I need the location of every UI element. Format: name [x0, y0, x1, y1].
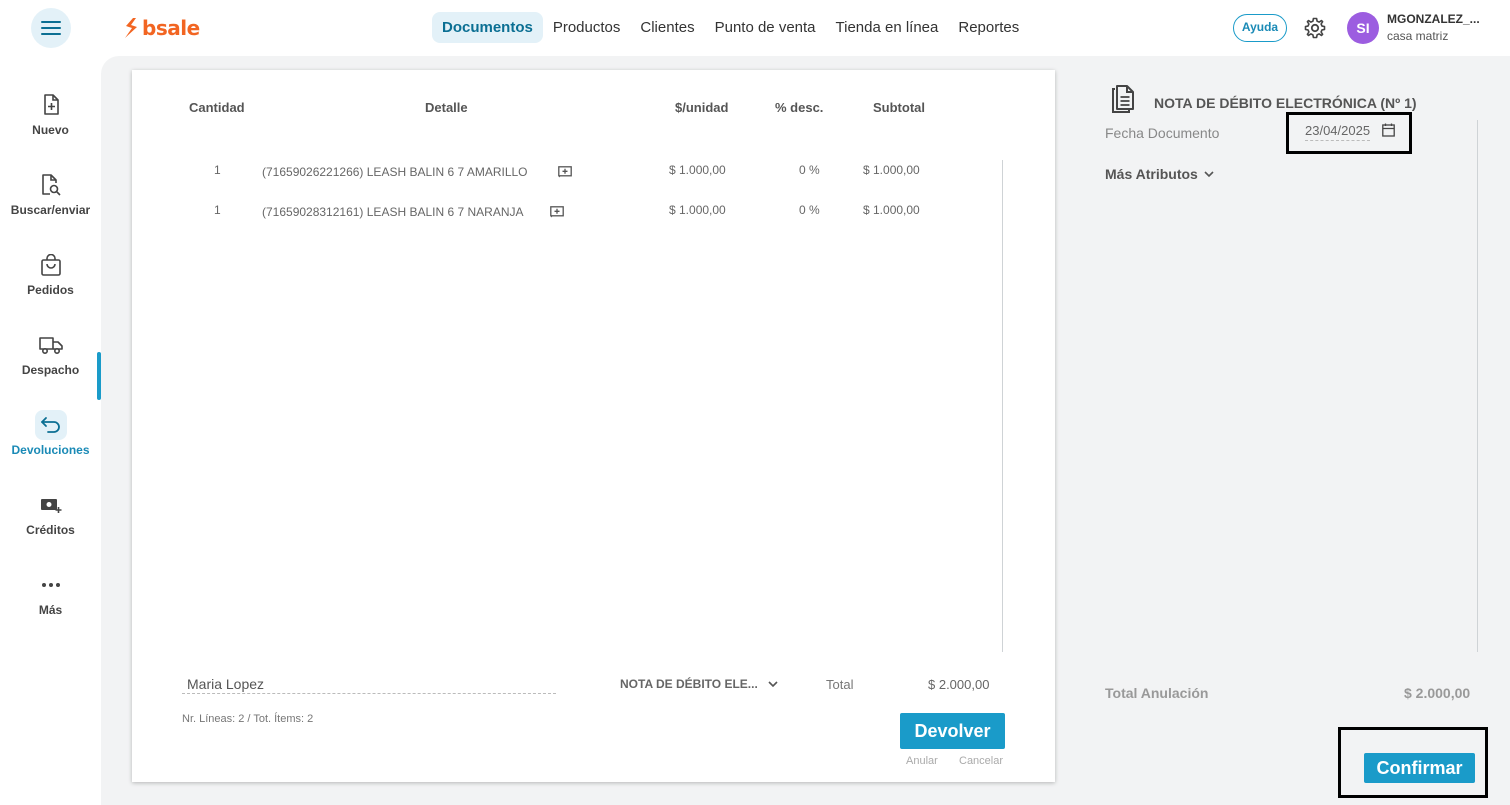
shopping-bag-icon: [35, 250, 67, 280]
document-type-select[interactable]: NOTA DE DÉBITO ELE...: [620, 677, 778, 691]
mas-atributos-label: Más Atributos: [1105, 166, 1198, 182]
row-detail: (71659028312161) LEASH BALIN 6 7 NARANJA: [262, 205, 524, 219]
logo-text: bsale: [142, 16, 200, 40]
header-subtotal: Subtotal: [873, 100, 925, 115]
chevron-down-icon: [768, 680, 778, 687]
row-discount[interactable]: 0 %: [799, 163, 820, 177]
more-dots-icon: [35, 570, 67, 600]
mas-atributos-toggle[interactable]: Más Atributos: [1105, 166, 1214, 182]
top-bar: bsale Documentos Productos Clientes Punt…: [0, 0, 1510, 56]
bsale-logo-icon: [125, 18, 137, 38]
row-unit-price[interactable]: $ 1.000,00: [669, 163, 726, 177]
total-anulacion-value: $ 2.000,00: [1404, 685, 1471, 701]
fecha-input[interactable]: 23/04/2025: [1305, 123, 1371, 141]
document-card: Cantidad Detalle $/unidad % desc. Subtot…: [132, 70, 1055, 782]
cancelar-link[interactable]: Cancelar: [959, 755, 1003, 767]
nav-tienda-en-linea[interactable]: Tienda en línea: [826, 12, 949, 43]
sidebar-item-devoluciones[interactable]: Devoluciones: [0, 410, 101, 480]
sidebar-item-pedidos[interactable]: Pedidos: [0, 250, 101, 320]
file-plus-icon: [35, 90, 67, 120]
sidebar-item-label: Despacho: [21, 363, 80, 377]
sidebar-item-label: Buscar/enviar: [10, 203, 91, 217]
nav-reportes[interactable]: Reportes: [948, 12, 1029, 43]
row-qty[interactable]: 1: [214, 163, 221, 177]
row-discount[interactable]: 0 %: [799, 203, 820, 217]
nav-documentos[interactable]: Documentos: [432, 12, 543, 43]
sidebar-item-despacho[interactable]: Despacho: [0, 330, 101, 400]
header-descuento: % desc.: [775, 100, 824, 115]
sidebar: Nuevo Buscar/enviar Pedidos Despacho Dev…: [0, 56, 101, 805]
row-subtotal: $ 1.000,00: [863, 163, 920, 177]
help-button[interactable]: Ayuda: [1233, 14, 1287, 42]
row-qty[interactable]: 1: [214, 203, 221, 217]
total-label: Total: [826, 677, 854, 692]
money-plus-icon: [35, 490, 67, 520]
calendar-icon[interactable]: [1382, 123, 1395, 137]
document-copy-icon: [1112, 85, 1134, 113]
document-type-label: NOTA DE DÉBITO ELE...: [620, 677, 758, 691]
table-divider: [1002, 160, 1003, 652]
file-search-icon: [35, 170, 67, 200]
header-detalle: Detalle: [425, 100, 468, 115]
row-unit-price[interactable]: $ 1.000,00: [669, 203, 726, 217]
hamburger-icon: [41, 21, 61, 35]
sidebar-item-creditos[interactable]: Créditos: [0, 490, 101, 560]
row-detail: (71659026221266) LEASH BALIN 6 7 AMARILL…: [262, 165, 528, 179]
sidebar-item-label: Créditos: [26, 523, 75, 537]
panel-divider: [1477, 120, 1478, 652]
return-arrow-icon: [34, 410, 67, 440]
sidebar-item-label: Nuevo: [32, 123, 69, 137]
add-comment-icon[interactable]: [558, 166, 572, 178]
user-branch: casa matriz: [1387, 29, 1449, 43]
truck-icon: [35, 330, 67, 360]
sidebar-item-buscar-enviar[interactable]: Buscar/enviar: [0, 170, 101, 240]
total-value: $ 2.000,00: [928, 677, 990, 692]
hamburger-menu-button[interactable]: [31, 8, 71, 48]
nav-punto-de-venta[interactable]: Punto de venta: [705, 12, 826, 43]
document-title: NOTA DE DÉBITO ELECTRÓNICA (Nº 1): [1154, 95, 1417, 111]
row-subtotal: $ 1.000,00: [863, 203, 920, 217]
bsale-logo[interactable]: bsale: [123, 15, 200, 41]
header-unidad: $/unidad: [675, 100, 729, 115]
chevron-down-icon: [1204, 170, 1214, 177]
sidebar-item-label: Devoluciones: [11, 443, 90, 457]
sidebar-item-nuevo[interactable]: Nuevo: [0, 90, 101, 160]
main-nav: Documentos Productos Clientes Punto de v…: [432, 12, 1029, 43]
confirmar-button[interactable]: Confirmar: [1364, 753, 1475, 783]
signer-field[interactable]: Maria Lopez: [182, 676, 556, 694]
nav-clientes[interactable]: Clientes: [630, 12, 704, 43]
user-avatar[interactable]: SI: [1347, 12, 1379, 44]
sidebar-item-mas[interactable]: Más: [0, 570, 101, 640]
lines-info: Nr. Líneas: 2 / Tot. Ítems: 2: [182, 713, 314, 725]
sidebar-item-label: Más: [38, 603, 63, 617]
sidebar-item-label: Pedidos: [27, 283, 74, 297]
fecha-label: Fecha Documento: [1105, 125, 1220, 141]
devolver-button[interactable]: Devolver: [900, 713, 1005, 749]
total-anulacion-label: Total Anulación: [1105, 685, 1209, 701]
anular-link[interactable]: Anular: [906, 755, 938, 767]
add-comment-icon[interactable]: [550, 206, 564, 218]
nav-productos[interactable]: Productos: [543, 12, 631, 43]
gear-icon[interactable]: [1303, 16, 1327, 40]
header-cantidad: Cantidad: [189, 100, 245, 115]
user-name[interactable]: MGONZALEZ_...: [1387, 12, 1480, 26]
